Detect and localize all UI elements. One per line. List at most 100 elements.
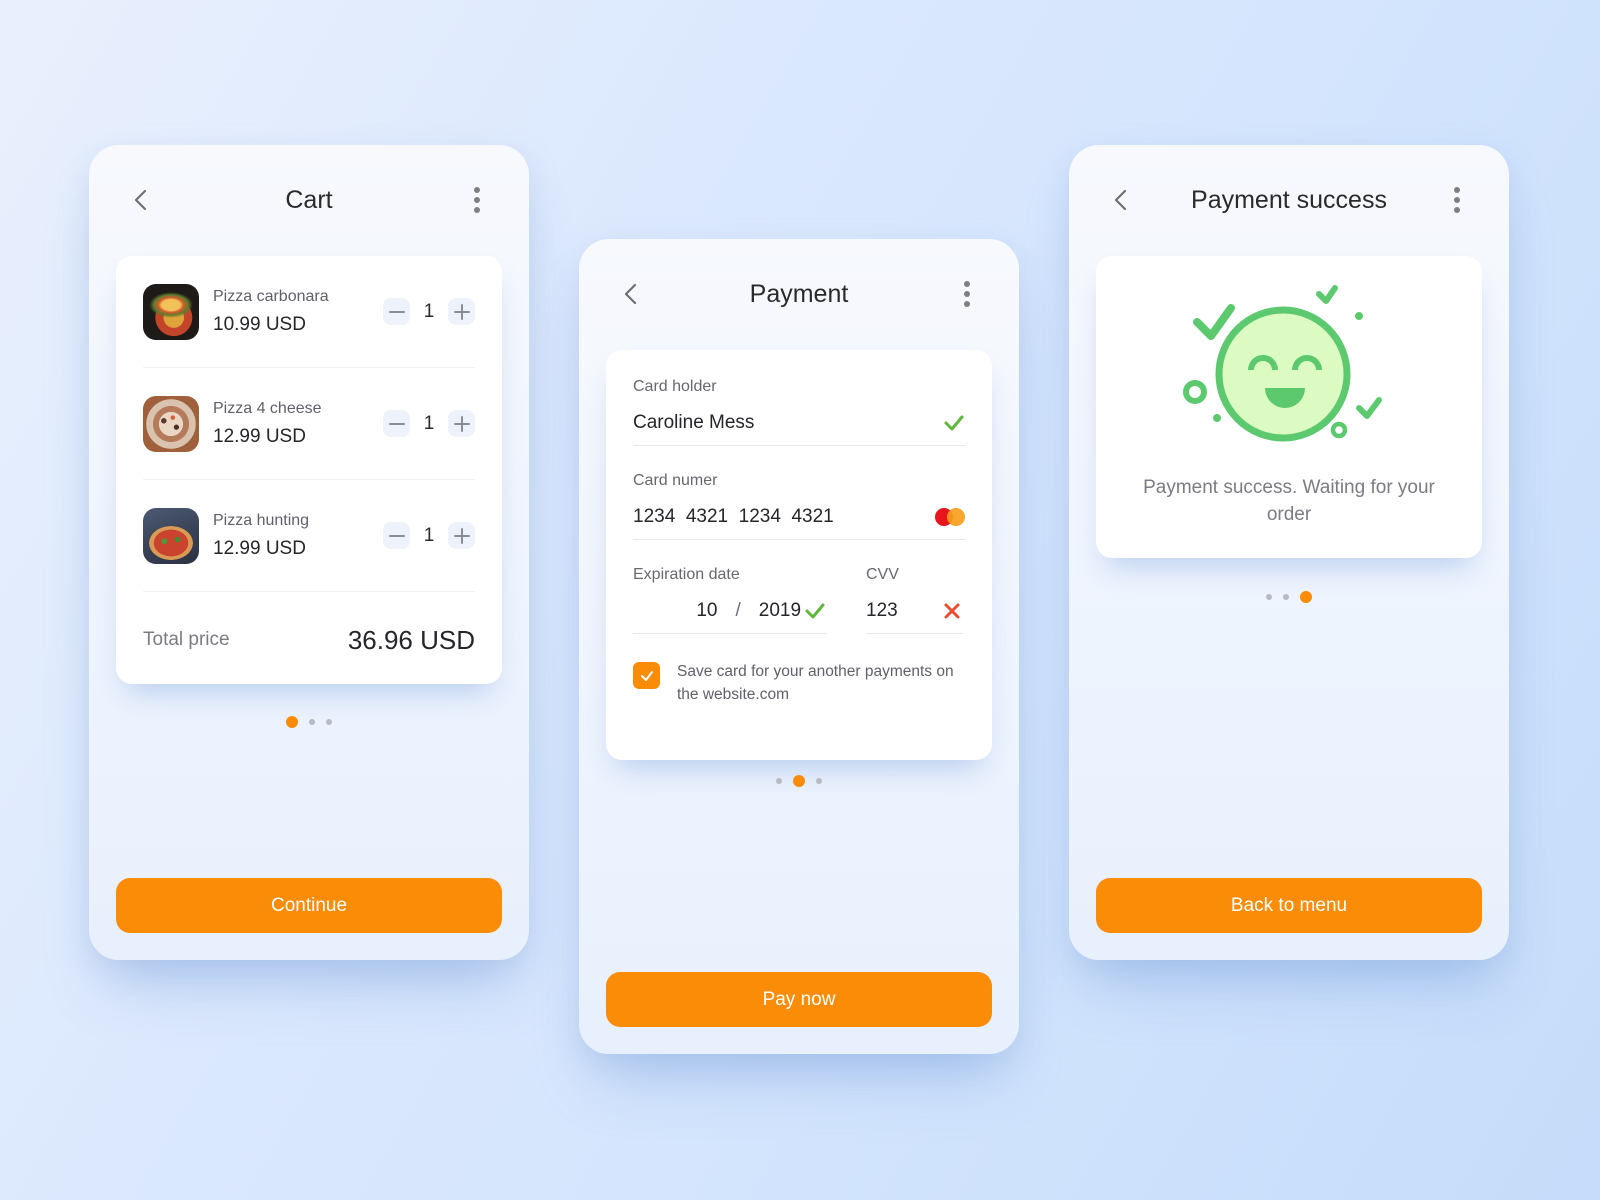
more-menu-button[interactable] bbox=[471, 185, 483, 215]
page-dot[interactable] bbox=[1266, 594, 1272, 600]
page-dot[interactable] bbox=[1283, 594, 1289, 600]
cart-card: Pizza carbonara 10.99 USD 1 Pizza 4 chee… bbox=[116, 256, 502, 684]
back-button[interactable] bbox=[129, 187, 155, 213]
page-dot[interactable] bbox=[309, 719, 315, 725]
decrease-button[interactable] bbox=[383, 522, 410, 549]
plus-icon bbox=[453, 303, 470, 320]
more-dot bbox=[1454, 207, 1460, 213]
quantity-stepper: 1 bbox=[383, 410, 475, 437]
payment-header: Payment bbox=[579, 269, 1019, 319]
minus-icon bbox=[388, 422, 405, 425]
quantity-value: 1 bbox=[423, 300, 435, 322]
expiration-year: 2019 bbox=[758, 599, 802, 621]
more-dot bbox=[474, 207, 480, 213]
expiration-month: 10 bbox=[696, 599, 718, 621]
page-dot[interactable] bbox=[816, 778, 822, 784]
plus-icon bbox=[453, 415, 470, 432]
cvv-input[interactable]: 123 bbox=[866, 588, 963, 634]
card-holder-field: Card holder Caroline Mess bbox=[633, 378, 965, 446]
cart-item: Pizza 4 cheese 12.99 USD 1 bbox=[143, 368, 475, 480]
item-name: Pizza 4 cheese bbox=[213, 399, 322, 417]
payment-success-screen: Payment success Payment success. Waiting… bbox=[1069, 145, 1509, 960]
pizza-carbonara-photo bbox=[143, 283, 199, 340]
item-name: Pizza hunting bbox=[213, 511, 310, 529]
page-title: Payment bbox=[749, 279, 849, 308]
more-dot bbox=[1454, 197, 1460, 203]
more-vertical-icon bbox=[474, 187, 480, 193]
continue-button[interactable]: Continue bbox=[116, 878, 502, 933]
decrease-button[interactable] bbox=[383, 298, 410, 325]
success-header: Payment success bbox=[1069, 175, 1509, 225]
pay-now-button[interactable]: Pay now bbox=[606, 972, 992, 1027]
checkmark-icon bbox=[640, 670, 653, 681]
more-vertical-icon bbox=[1454, 187, 1460, 193]
save-card-label: Save card for your another payments on t… bbox=[677, 663, 954, 703]
card-number-input[interactable]: 1234 4321 1234 4321 bbox=[633, 494, 965, 540]
field-label: Card numer bbox=[633, 472, 718, 489]
field-label: CVV bbox=[866, 566, 899, 583]
field-value: 123 bbox=[866, 599, 898, 621]
mastercard-icon bbox=[935, 507, 965, 526]
cvv-field: CVV 123 bbox=[866, 566, 963, 634]
page-indicator bbox=[1069, 591, 1509, 603]
total-row: Total price 36.96 USD bbox=[143, 592, 475, 688]
more-dot bbox=[474, 197, 480, 203]
increase-button[interactable] bbox=[448, 410, 475, 437]
page-indicator bbox=[579, 775, 1019, 787]
check-icon bbox=[943, 412, 965, 434]
quantity-value: 1 bbox=[423, 524, 435, 546]
increase-button[interactable] bbox=[448, 522, 475, 549]
decrease-button[interactable] bbox=[383, 410, 410, 437]
page-title: Cart bbox=[285, 185, 333, 214]
cart-item: Pizza hunting 12.99 USD 1 bbox=[143, 480, 475, 592]
increase-button[interactable] bbox=[448, 298, 475, 325]
item-price: 12.99 USD bbox=[213, 537, 306, 559]
page-dot-active[interactable] bbox=[286, 716, 298, 728]
quantity-value: 1 bbox=[423, 412, 435, 434]
cart-header: Cart bbox=[89, 175, 529, 225]
more-vertical-icon bbox=[964, 281, 970, 287]
minus-icon bbox=[388, 534, 405, 537]
page-dot-active[interactable] bbox=[1300, 591, 1312, 603]
card-holder-input[interactable]: Caroline Mess bbox=[633, 400, 965, 446]
card-number-field: Card numer 1234 4321 1234 4321 bbox=[633, 472, 965, 540]
field-value: 1234 4321 1234 4321 bbox=[633, 505, 834, 527]
page-title: Payment success bbox=[1191, 185, 1387, 214]
back-button[interactable] bbox=[1109, 187, 1135, 213]
page-dot[interactable] bbox=[326, 719, 332, 725]
quantity-stepper: 1 bbox=[383, 522, 475, 549]
field-value: Caroline Mess bbox=[633, 411, 755, 433]
chevron-left-icon bbox=[1114, 189, 1127, 211]
success-card: Payment success. Waiting for your order bbox=[1096, 256, 1482, 558]
payment-screen: Payment Card holder Caroline Mess Card n… bbox=[579, 239, 1019, 1054]
page-dot[interactable] bbox=[776, 778, 782, 784]
plus-icon bbox=[453, 527, 470, 544]
payment-form-card: Card holder Caroline Mess Card numer 123… bbox=[606, 350, 992, 760]
total-label: Total price bbox=[143, 629, 230, 650]
pizza-4-cheese-photo bbox=[143, 395, 199, 452]
page-indicator bbox=[89, 716, 529, 728]
check-icon bbox=[804, 600, 826, 622]
expiration-value: 10 / 2019 bbox=[633, 578, 801, 644]
chevron-left-icon bbox=[134, 189, 147, 211]
pizza-hunting-photo bbox=[143, 507, 199, 564]
item-price: 10.99 USD bbox=[213, 313, 306, 335]
happy-face-icon bbox=[1179, 280, 1399, 450]
expiration-date-input[interactable]: 10 / 2019 bbox=[633, 588, 826, 634]
error-x-icon bbox=[941, 600, 963, 622]
more-dot bbox=[964, 301, 970, 307]
cart-item: Pizza carbonara 10.99 USD 1 bbox=[143, 256, 475, 368]
more-menu-button[interactable] bbox=[961, 279, 973, 309]
date-separator: / bbox=[735, 599, 741, 621]
item-price: 12.99 USD bbox=[213, 425, 306, 447]
more-menu-button[interactable] bbox=[1451, 185, 1463, 215]
quantity-stepper: 1 bbox=[383, 298, 475, 325]
page-dot-active[interactable] bbox=[793, 775, 805, 787]
item-name: Pizza carbonara bbox=[213, 287, 329, 305]
save-card-checkbox[interactable] bbox=[633, 662, 660, 689]
back-to-menu-button[interactable]: Back to menu bbox=[1096, 878, 1482, 933]
back-button[interactable] bbox=[619, 281, 645, 307]
total-value: 36.96 USD bbox=[347, 624, 475, 655]
chevron-left-icon bbox=[624, 283, 637, 305]
save-card-option: Save card for your another payments on t… bbox=[633, 660, 965, 706]
